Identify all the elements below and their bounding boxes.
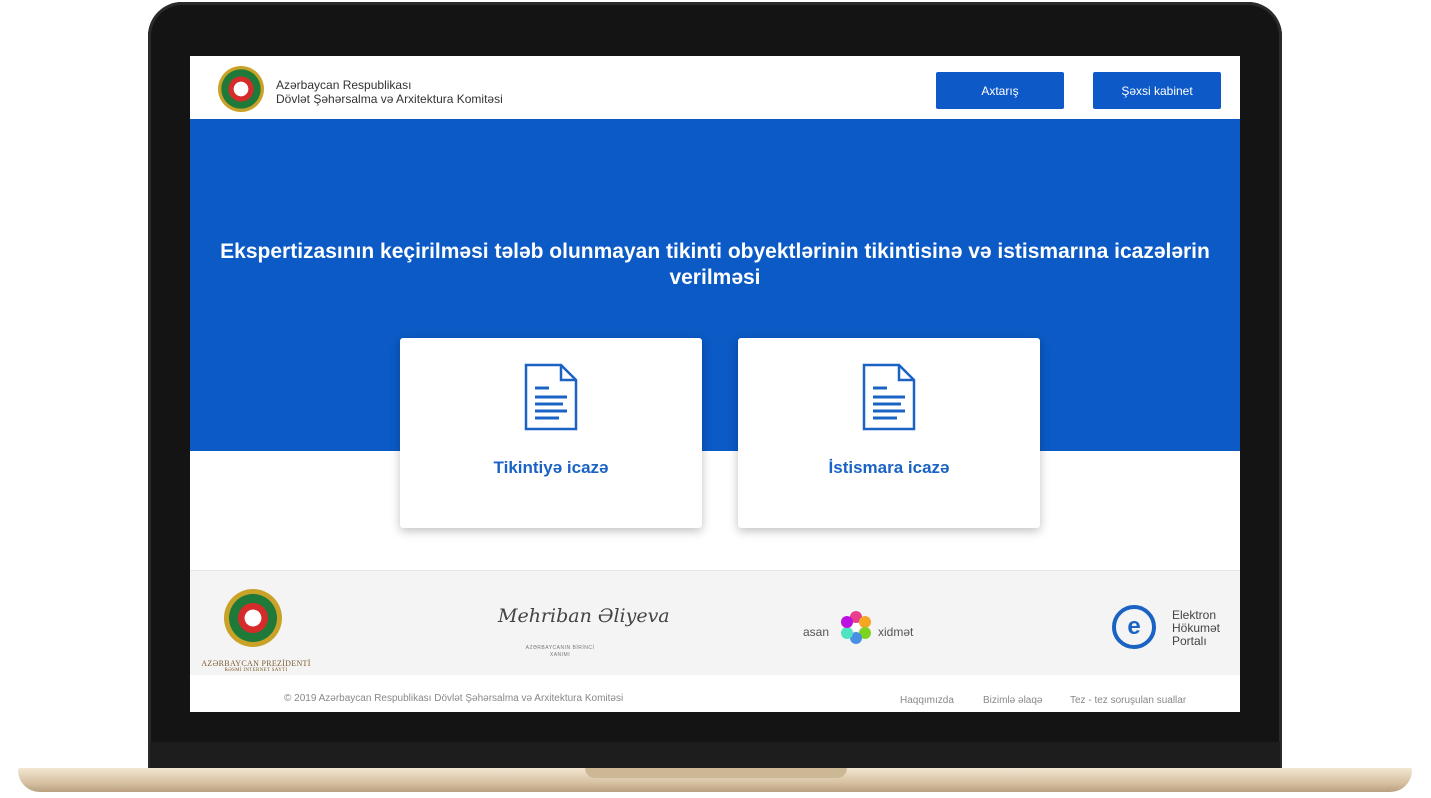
asan-flower-icon[interactable] (838, 609, 874, 645)
construction-permit-card[interactable]: Tikintiyə icazə (400, 338, 702, 528)
screen: Azərbaycan Respublikası Dövlət Şəhərsalm… (190, 56, 1240, 712)
document-icon (524, 363, 578, 431)
asan-text-left[interactable]: asan (803, 625, 829, 639)
hero-banner: Ekspertizasının keçirilməsi tələb olunma… (190, 119, 1240, 451)
egov-letter: e (1127, 613, 1141, 640)
president-caption-sub: RƏSMİ İNTERNET SAYTI (224, 668, 288, 673)
footer-link-faq[interactable]: Tez - tez soruşulan suallar (1070, 695, 1186, 706)
first-lady-signature[interactable]: Mehriban Əliyeva (498, 605, 670, 627)
egov-text[interactable]: Elektron Hökumət Portalı (1172, 609, 1220, 648)
president-emblem-icon[interactable] (224, 589, 282, 647)
laptop-bezel (150, 742, 1280, 770)
footer-link-about[interactable]: Haqqımızda (900, 695, 954, 706)
president-caption-title: AZƏRBAYCAN PREZİDENTİ (201, 659, 311, 668)
footer-link-contact[interactable]: Bizimlə əlaqə (983, 695, 1042, 706)
egov-line-3: Portalı (1172, 634, 1207, 648)
card-label: İstismara icazə (828, 458, 950, 477)
site-footer: © 2019 Azərbaycan Respublikası Dövlət Şə… (190, 675, 1240, 712)
search-button[interactable]: Axtarış (936, 72, 1064, 109)
page-title: Ekspertizasının keçirilməsi tələb olunma… (220, 240, 1210, 289)
egov-logo-icon[interactable]: e (1112, 605, 1156, 649)
asan-text-right[interactable]: xidmət (878, 625, 913, 639)
org-name-line-2: Dövlət Şəhərsalma və Arxitektura Komitəs… (276, 92, 503, 106)
operation-permit-card[interactable]: İstismara icazə (738, 338, 1040, 528)
document-icon (862, 363, 916, 431)
state-emblem-icon[interactable] (218, 66, 264, 112)
org-name-line-1: Azərbaycan Respublikası (276, 78, 412, 92)
personal-cabinet-button[interactable]: Şəxsi kabinet (1093, 72, 1221, 109)
signature-caption: AZƏRBAYCANIN BİRİNCİ XANIMI (525, 645, 595, 658)
partners-bar: AZƏRBAYCAN PREZİDENTİ RƏSMİ İNTERNET SAY… (190, 570, 1240, 675)
copyright-text: © 2019 Azərbaycan Respublikası Dövlət Şə… (284, 693, 624, 704)
laptop-notch (585, 768, 847, 778)
card-label: Tikintiyə icazə (493, 458, 609, 477)
site-header: Azərbaycan Respublikası Dövlət Şəhərsalm… (190, 56, 1240, 119)
org-name[interactable]: Azərbaycan Respublikası Dövlət Şəhərsalm… (276, 78, 503, 106)
president-caption[interactable]: AZƏRBAYCAN PREZİDENTİ RƏSMİ İNTERNET SAY… (196, 659, 316, 673)
